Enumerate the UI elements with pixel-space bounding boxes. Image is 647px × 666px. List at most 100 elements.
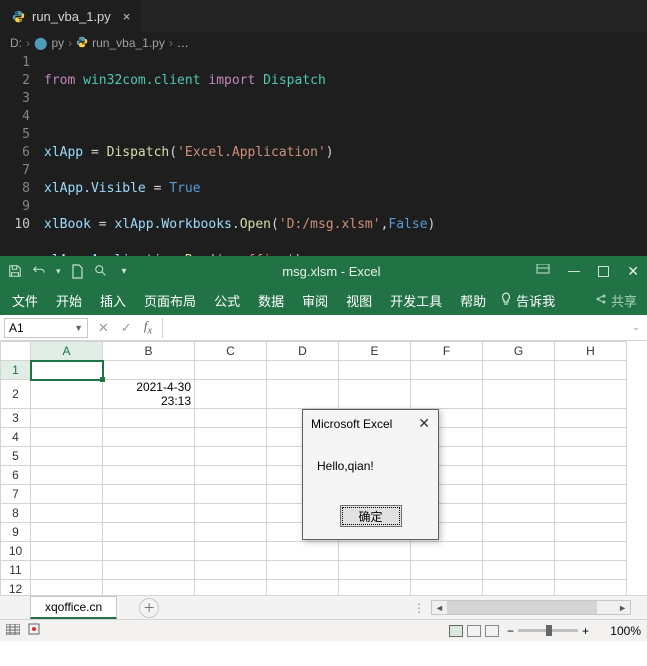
scroll-thumb[interactable] [447, 601, 597, 614]
col-header[interactable]: C [195, 342, 267, 361]
scroll-left-icon[interactable]: ◄ [432, 603, 447, 613]
cell[interactable] [31, 380, 103, 409]
row-header[interactable]: 11 [1, 561, 31, 580]
row-header[interactable]: 5 [1, 447, 31, 466]
cell[interactable] [483, 380, 555, 409]
select-all-corner[interactable] [1, 342, 31, 361]
ribbon-data[interactable]: 数据 [250, 287, 292, 314]
new-file-icon[interactable] [71, 264, 84, 279]
cell[interactable] [31, 409, 103, 428]
close-icon[interactable]: × [123, 9, 131, 24]
col-header[interactable]: F [411, 342, 483, 361]
cell[interactable] [483, 523, 555, 542]
save-icon[interactable] [8, 264, 22, 278]
row-header[interactable]: 1 [1, 361, 31, 380]
row-header[interactable]: 4 [1, 428, 31, 447]
view-page-layout-button[interactable] [467, 625, 481, 637]
cell[interactable] [103, 561, 195, 580]
cell[interactable] [411, 580, 483, 596]
ribbon-display-icon[interactable] [536, 264, 550, 279]
col-header[interactable]: A [31, 342, 103, 361]
cell[interactable] [267, 542, 339, 561]
cell[interactable] [31, 447, 103, 466]
col-header[interactable]: B [103, 342, 195, 361]
cell[interactable] [195, 523, 267, 542]
cell[interactable] [103, 542, 195, 561]
cell[interactable] [103, 428, 195, 447]
cell[interactable] [267, 380, 339, 409]
name-box-dropdown-icon[interactable]: ▼ [74, 323, 83, 333]
cancel-icon[interactable]: ✕ [98, 320, 109, 336]
cell[interactable] [267, 361, 339, 380]
cell[interactable] [483, 428, 555, 447]
cell-mode-icon[interactable] [6, 624, 20, 638]
ribbon-review[interactable]: 审阅 [294, 287, 336, 314]
minimize-button[interactable] [568, 271, 580, 272]
zoom-out-icon[interactable]: − [507, 624, 514, 638]
tab-scroll-icon[interactable]: ⋮ [413, 601, 425, 615]
cell[interactable] [555, 542, 627, 561]
tab-run-vba[interactable]: run_vba_1.py × [0, 0, 142, 32]
cell[interactable] [195, 485, 267, 504]
ribbon-layout[interactable]: 页面布局 [136, 287, 204, 314]
cell[interactable] [103, 504, 195, 523]
fx-icon[interactable]: fx [144, 318, 152, 337]
cell[interactable] [195, 428, 267, 447]
cell[interactable] [555, 580, 627, 596]
cell[interactable] [195, 409, 267, 428]
ribbon-insert[interactable]: 插入 [92, 287, 134, 314]
cell[interactable] [411, 542, 483, 561]
msgbox-titlebar[interactable]: Microsoft Excel ✕ [303, 410, 438, 437]
cell[interactable] [339, 542, 411, 561]
close-button[interactable]: ✕ [627, 263, 639, 280]
enter-icon[interactable]: ✓ [121, 320, 132, 336]
row-header[interactable]: 7 [1, 485, 31, 504]
h-scrollbar[interactable]: ◄ ► [431, 600, 631, 615]
cell[interactable] [31, 542, 103, 561]
cell[interactable] [483, 561, 555, 580]
cell[interactable] [483, 485, 555, 504]
name-box[interactable]: A1 ▼ [4, 318, 88, 338]
cell[interactable] [339, 361, 411, 380]
ribbon-view[interactable]: 视图 [338, 287, 380, 314]
expand-formula-icon[interactable]: ⌄ [625, 322, 647, 333]
undo-icon[interactable] [32, 264, 46, 278]
breadcrumb[interactable]: D: › ⬤ py › run_vba_1.py › … [0, 32, 647, 54]
ribbon-help[interactable]: 帮助 [452, 287, 494, 314]
cell[interactable] [267, 561, 339, 580]
row-header[interactable]: 12 [1, 580, 31, 596]
cell[interactable] [103, 523, 195, 542]
row-header[interactable]: 8 [1, 504, 31, 523]
share-button[interactable]: 共享 [595, 291, 643, 310]
cell[interactable] [555, 428, 627, 447]
zoom-slider[interactable]: − + [507, 624, 589, 638]
cell[interactable] [195, 447, 267, 466]
cell[interactable]: 2021-4-30 23:13 [103, 380, 195, 409]
view-page-break-button[interactable] [485, 625, 499, 637]
col-header[interactable]: D [267, 342, 339, 361]
col-header[interactable]: E [339, 342, 411, 361]
cell[interactable] [555, 409, 627, 428]
cell[interactable] [411, 561, 483, 580]
cell[interactable] [103, 409, 195, 428]
cell[interactable] [339, 561, 411, 580]
qat-more-icon[interactable]: ▾ [56, 266, 61, 277]
zoom-in-icon[interactable]: + [582, 624, 589, 638]
cell[interactable] [31, 504, 103, 523]
cell[interactable] [267, 580, 339, 596]
cell[interactable] [103, 447, 195, 466]
add-sheet-button[interactable]: ＋ [139, 598, 159, 618]
view-normal-button[interactable] [449, 625, 463, 637]
row-header[interactable]: 10 [1, 542, 31, 561]
cell[interactable] [555, 447, 627, 466]
cell[interactable] [195, 542, 267, 561]
cell[interactable] [31, 561, 103, 580]
cell[interactable] [555, 361, 627, 380]
sheet-tab[interactable]: xqoffice.cn [30, 596, 117, 619]
cell[interactable] [483, 447, 555, 466]
cell[interactable] [483, 542, 555, 561]
row-header[interactable]: 6 [1, 466, 31, 485]
close-icon[interactable]: ✕ [418, 415, 430, 432]
cell[interactable] [31, 466, 103, 485]
cell[interactable] [483, 504, 555, 523]
